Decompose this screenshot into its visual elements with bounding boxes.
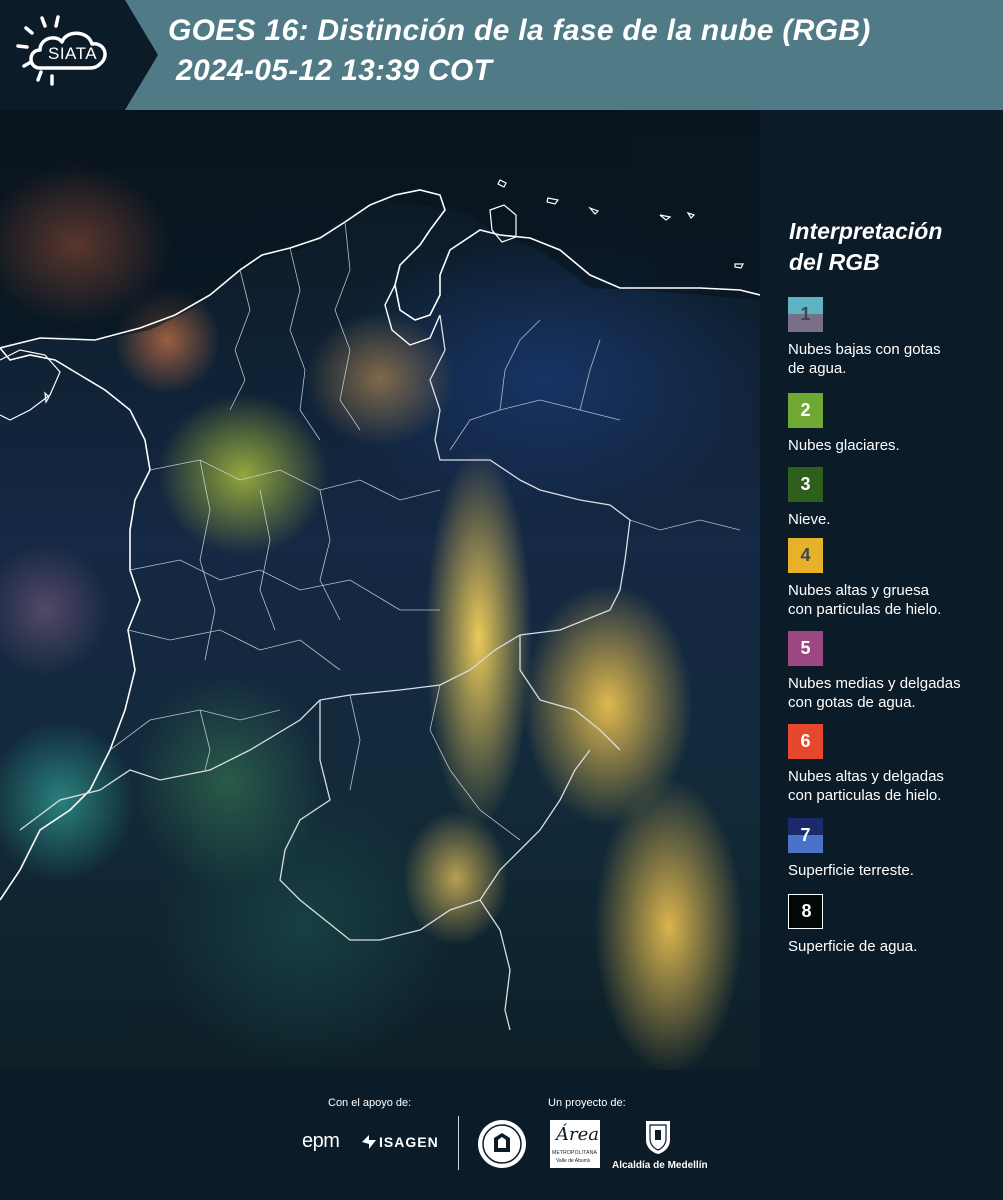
legend-item-5: 5 Nubes medias y delgadas con gotas de a… — [788, 631, 1003, 712]
header-bar: SIATA GOES 16: Distinción de la fase de … — [0, 0, 1003, 110]
footer: Con el apoyo de: Un proyecto de: epm ISA… — [0, 1070, 1003, 1200]
alcaldia-shield-icon — [646, 1121, 670, 1154]
legend-number-1: 1 — [800, 304, 811, 324]
legend-swatch-3: 3 — [788, 467, 823, 502]
epm-logo: epm — [302, 1130, 340, 1152]
legend-swatch-8: 8 — [788, 894, 823, 929]
legend-number-6: 6 — [800, 731, 811, 751]
legend-number-3: 3 — [800, 474, 811, 494]
alcaldia-logo: Alcaldía de Medellín — [612, 1160, 708, 1171]
legend-desc-1: Nubes bajas con gotas de agua. — [788, 341, 941, 377]
legend-item-3: 3 Nieve. — [788, 467, 1003, 529]
country-borders — [19, 314, 631, 1031]
isagen-logo: ISAGEN — [379, 1134, 439, 1150]
legend-desc-4: Nubes altas y gruesa con particulas de h… — [788, 582, 942, 618]
support-label: Con el apoyo de: — [328, 1097, 412, 1109]
legend-item-6: 6 Nubes altas y delgadas con particulas … — [788, 724, 1003, 805]
siata-logo: SIATA — [0, 0, 158, 110]
legend-swatch-2: 2 — [788, 393, 823, 428]
project-label: Un proyecto de: — [548, 1097, 626, 1109]
pacific-coastline — [0, 347, 151, 901]
legend-desc-6: Nubes altas y delgadas con particulas de… — [788, 768, 944, 804]
legend-swatch-1: 1 — [788, 297, 823, 332]
satellite-map — [0, 110, 760, 1070]
legend-number-2: 2 — [800, 400, 811, 420]
legend-desc-5: Nubes medias y delgadas con gotas de agu… — [788, 675, 961, 711]
legend-desc-3: Nieve. — [788, 511, 831, 528]
legend-number-8: 8 — [801, 901, 812, 921]
legend-title: Interpretación del RGB — [789, 216, 999, 278]
legend-number-7: 7 — [800, 825, 811, 845]
legend-desc-7: Superficie terreste. — [788, 862, 914, 879]
legend-swatch-4: 4 — [788, 538, 823, 573]
legend-item-8: 8 Superficie de agua. — [788, 894, 1003, 956]
legend-number-5: 5 — [800, 638, 811, 658]
legend-item-7: 7 Superficie terreste. — [788, 818, 1003, 880]
legend-number-4: 4 — [800, 545, 811, 565]
legend-item-4: 4 Nubes altas y gruesa con particulas de… — [788, 538, 1003, 619]
legend-desc-2: Nubes glaciares. — [788, 437, 900, 454]
map-overlay — [0, 110, 760, 1031]
legend-swatch-5: 5 — [788, 631, 823, 666]
legend-panel: Interpretación del RGB 1 Nubes bajas con… — [760, 110, 1003, 1070]
legend-title-line1: Interpretación — [789, 218, 943, 244]
legend-swatch-7: 7 — [788, 818, 823, 853]
legend-item-1: 1 Nubes bajas con gotas de agua. — [788, 297, 1003, 378]
area-metropolitana-logo: Área METROPOLITANA Valle de Aburrá — [550, 1120, 600, 1168]
venezuela-borders — [449, 319, 741, 531]
page-datetime: 2024-05-12 13:39 COT — [176, 54, 493, 87]
footer-divider — [458, 1116, 459, 1170]
legend-title-line2: del RGB — [789, 249, 880, 275]
legend-item-2: 2 Nubes glaciares. — [788, 393, 1003, 455]
legend-desc-8: Superficie de agua. — [788, 938, 918, 955]
university-seal-icon — [478, 1120, 526, 1168]
page-title: GOES 16: Distinción de la fase de la nub… — [168, 14, 871, 47]
isagen-logo-icon — [362, 1135, 376, 1149]
legend-swatch-6: 6 — [788, 724, 823, 759]
logo-text: SIATA — [48, 44, 98, 63]
